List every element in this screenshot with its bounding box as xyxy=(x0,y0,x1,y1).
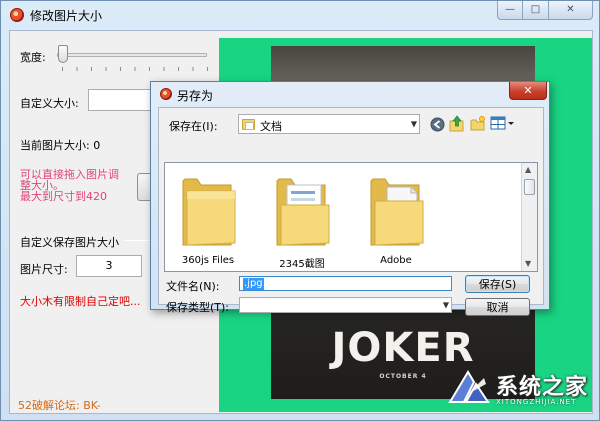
width-slider-ticks xyxy=(62,67,208,71)
save-as-dialog: 另存为 ✕ 保存在(I): 文档 ▼ 360js Files 2345截图 Ad… xyxy=(150,81,550,316)
watermark-text: 系统之家 xyxy=(496,375,589,400)
file-list-scrollbar[interactable]: ▲ ▼ xyxy=(521,163,537,271)
folder-name: Adobe xyxy=(380,255,412,266)
filename-input[interactable]: .jpg xyxy=(239,276,452,291)
save-in-combo[interactable]: 文档 ▼ xyxy=(238,114,420,134)
documents-folder-icon xyxy=(242,119,255,130)
minimize-button[interactable]: — xyxy=(497,1,523,20)
width-slider-thumb[interactable] xyxy=(58,45,68,63)
folder-name: 2345截图 xyxy=(279,259,325,270)
view-menu-icon[interactable] xyxy=(490,116,516,131)
width-label: 宽度: xyxy=(20,51,46,64)
chevron-down-icon[interactable]: ▼ xyxy=(411,120,417,129)
cancel-button[interactable]: 取消 xyxy=(465,298,530,316)
custom-size-label: 自定义大小: xyxy=(20,97,79,110)
dialog-close-button[interactable]: ✕ xyxy=(509,82,547,100)
scroll-up-icon[interactable]: ▲ xyxy=(525,165,531,174)
drag-hint: 可以直接拖入图片调 整大小。 最大到尺寸到420 xyxy=(20,169,119,202)
filename-value: .jpg xyxy=(243,278,264,290)
save-in-value: 文档 xyxy=(260,120,282,133)
filetype-label: 保存类型(T): xyxy=(166,301,230,314)
dialog-body: 保存在(I): 文档 ▼ 360js Files 2345截图 Adobe ▲ … xyxy=(158,107,544,316)
image-size-input[interactable]: 3 xyxy=(76,255,142,277)
back-icon[interactable] xyxy=(430,117,445,132)
up-folder-icon[interactable] xyxy=(449,115,465,132)
save-in-label: 保存在(I): xyxy=(169,120,218,133)
folder-icon xyxy=(182,178,236,246)
app-icon xyxy=(10,8,24,22)
folder-with-document-icon xyxy=(370,178,424,246)
folder-item[interactable]: Adobe xyxy=(353,163,439,271)
folder-name: 360js Files xyxy=(181,255,235,266)
current-size-label: 当前图片大小: 0 xyxy=(20,139,101,152)
footer-credit: 52破解论坛: BK- xyxy=(18,399,101,412)
folder-item[interactable]: 2345截图 xyxy=(259,163,345,271)
save-button[interactable]: 保存(S) xyxy=(465,275,530,293)
window-title: 修改图片大小 xyxy=(30,9,103,23)
custom-size-input[interactable] xyxy=(88,89,154,111)
scroll-down-icon[interactable]: ▼ xyxy=(525,259,531,268)
watermark: 系统之家 XITONGZHIJIA.NET xyxy=(438,364,598,412)
chevron-down-icon[interactable]: ▼ xyxy=(443,301,449,310)
filename-label: 文件名(N): xyxy=(166,280,220,293)
file-list[interactable]: 360js Files 2345截图 Adobe ▲ ▼ xyxy=(164,162,538,272)
filetype-combo[interactable]: ▼ xyxy=(239,297,452,313)
image-size-label: 图片尺寸: xyxy=(20,263,68,276)
watermark-subtext: XITONGZHIJIA.NET xyxy=(496,398,577,406)
caption-buttons: — □ ✕ xyxy=(497,1,593,21)
scroll-thumb[interactable] xyxy=(524,179,535,195)
dialog-app-icon xyxy=(160,88,172,100)
folder-item[interactable]: 360js Files xyxy=(165,163,251,271)
save-group-label: 自定义保存图片大小 xyxy=(20,236,119,249)
maximize-button[interactable]: □ xyxy=(523,1,549,20)
new-folder-icon[interactable] xyxy=(470,115,486,132)
dialog-title: 另存为 xyxy=(177,89,214,103)
close-button[interactable]: ✕ xyxy=(549,1,593,20)
size-note: 大小木有限制自己定吧... xyxy=(20,295,141,308)
width-slider-track[interactable] xyxy=(57,53,207,57)
watermark-logo-icon xyxy=(448,370,490,403)
folder-with-papers-icon xyxy=(276,178,330,246)
title-bar[interactable]: 修改图片大小 — □ ✕ xyxy=(1,1,599,29)
drag-hint-line: 最大到尺寸到420 xyxy=(20,190,107,203)
